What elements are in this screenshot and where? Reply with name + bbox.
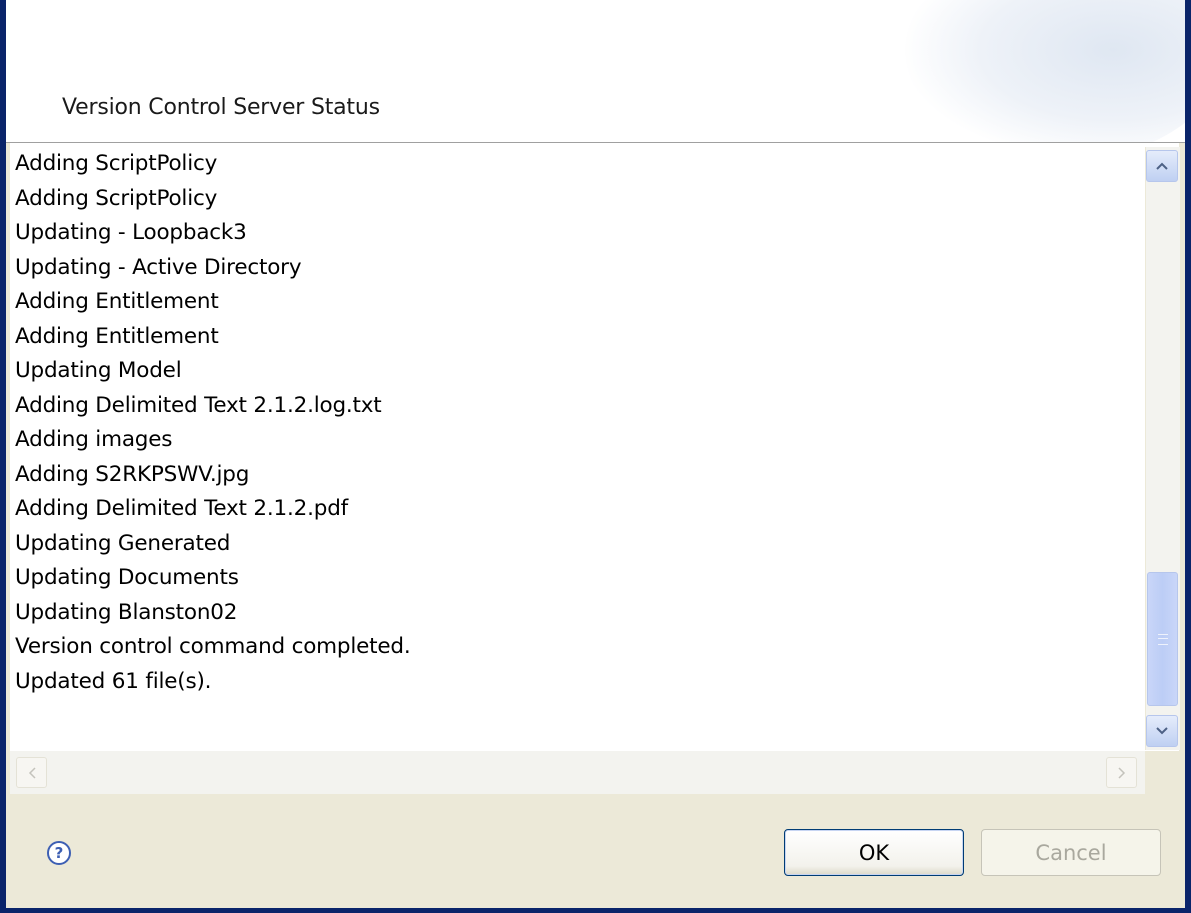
log-line: Adding Delimited Text 2.1.2.log.txt	[15, 392, 382, 418]
log-line: Version control command completed.	[15, 634, 411, 659]
scroll-down-button[interactable]	[1146, 715, 1178, 747]
chevron-left-icon	[28, 766, 36, 779]
log-line: Updating Generated	[15, 530, 231, 556]
log-line: Updating - Active Directory	[15, 254, 302, 280]
log-line: Adding Entitlement	[15, 289, 219, 314]
grip-icon	[1157, 633, 1168, 645]
question-mark-icon: ?	[54, 844, 64, 862]
status-log-list: Adding ScriptPolicy Adding ScriptPolicy …	[15, 147, 411, 699]
log-line: Adding S2RKPSWV.jpg	[15, 461, 250, 487]
dialog-header: Version Control Server Status	[6, 0, 1185, 143]
log-line: Updated 61 file(s).	[15, 668, 212, 694]
log-line: Updating Blanston02	[15, 599, 238, 625]
log-line: Adding images	[15, 427, 173, 452]
chevron-down-icon	[1156, 727, 1168, 735]
scroll-right-button[interactable]	[1106, 757, 1137, 788]
log-line: Adding ScriptPolicy	[15, 151, 218, 176]
chevron-right-icon	[1117, 766, 1125, 779]
log-line: Updating Model	[15, 358, 182, 383]
log-line: Adding ScriptPolicy	[15, 185, 218, 211]
log-line: Adding Delimited Text 2.1.2.pdf	[15, 496, 349, 521]
dialog-title: Version Control Server Status	[62, 95, 380, 120]
log-line: Updating - Loopback3	[15, 220, 247, 245]
status-log-area[interactable]: Adding ScriptPolicy Adding ScriptPolicy …	[10, 143, 1179, 751]
header-decoration	[905, 0, 1185, 142]
scroll-up-button[interactable]	[1146, 150, 1178, 182]
log-line: Updating Documents	[15, 565, 239, 590]
horizontal-scrollbar[interactable]	[10, 751, 1145, 794]
vertical-scroll-thumb[interactable]	[1147, 572, 1178, 706]
help-button[interactable]: ?	[47, 841, 71, 865]
chevron-up-icon	[1156, 162, 1168, 170]
cancel-button[interactable]: Cancel	[981, 829, 1161, 876]
ok-button[interactable]: OK	[784, 829, 964, 876]
scroll-left-button[interactable]	[16, 757, 47, 788]
log-line: Adding Entitlement	[15, 323, 219, 349]
scrollbar-corner	[1145, 751, 1179, 794]
